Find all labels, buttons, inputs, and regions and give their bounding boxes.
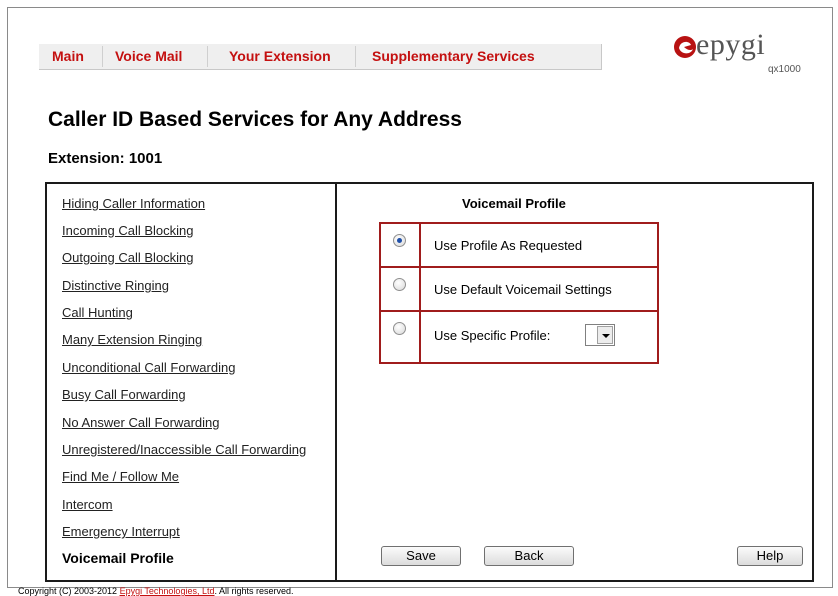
sidebar-item-unconditional-call-forwarding[interactable]: Unconditional Call Forwarding [62,360,235,375]
sidebar-item-call-hunting[interactable]: Call Hunting [62,305,133,320]
sidebar-item-find-me-follow-me[interactable]: Find Me / Follow Me [62,469,179,484]
page-title: Caller ID Based Services for Any Address [48,108,462,131]
page-frame: Main Voice Mail Your Extension Supplemen… [7,7,833,596]
sidebar-item-many-extension-ringing[interactable]: Many Extension Ringing [62,332,202,347]
option-label: Use Default Voicemail Settings [434,282,612,297]
nav-main[interactable]: Main [52,48,84,64]
company-link[interactable]: Epygi Technologies, Ltd [120,586,215,596]
use-default-voicemail-settings-radio[interactable] [393,278,406,291]
nav-divider [207,46,208,67]
copyright-footer: Copyright (C) 2003-2012 Epygi Technologi… [18,586,294,596]
nav-divider [355,46,356,67]
nav-divider [102,46,103,67]
sidebar-item-busy-call-forwarding[interactable]: Busy Call Forwarding [62,387,186,402]
main-panel: Hiding Caller Information Incoming Call … [45,182,814,582]
specific-profile-select[interactable] [585,324,615,346]
option-label: Use Specific Profile: [434,328,551,343]
extension-label: Extension: 1001 [48,150,163,167]
nav-voice-mail[interactable]: Voice Mail [115,48,182,64]
option-row: Use Default Voicemail Settings [381,268,657,312]
option-label: Use Profile As Requested [434,238,583,253]
logo-wordmark: epygi [696,28,766,61]
chevron-down-icon[interactable] [597,326,613,344]
sidebar-item-distinctive-ringing[interactable]: Distinctive Ringing [62,278,169,293]
option-row: Use Profile As Requested [381,224,657,268]
save-button[interactable]: Save [381,546,461,566]
back-button[interactable]: Back [484,546,574,566]
sidebar-item-outgoing-call-blocking[interactable]: Outgoing Call Blocking [62,250,194,265]
sidebar-item-hiding-caller-information[interactable]: Hiding Caller Information [62,196,205,211]
services-sidebar: Hiding Caller Information Incoming Call … [47,184,337,580]
sidebar-item-no-answer-call-forwarding[interactable]: No Answer Call Forwarding [62,415,220,430]
top-nav: Main Voice Mail Your Extension Supplemen… [39,44,602,70]
sidebar-item-incoming-call-blocking[interactable]: Incoming Call Blocking [62,223,194,238]
nav-your-extension[interactable]: Your Extension [229,48,331,64]
voicemail-options-table: Use Profile As Requested Use Default Voi… [379,222,659,364]
sidebar-item-emergency-interrupt[interactable]: Emergency Interrupt [62,524,180,539]
logo-model: qx1000 [768,64,801,75]
epygi-logo: epygi qx1000 [672,28,832,98]
sidebar-item-intercom[interactable]: Intercom [62,497,113,512]
use-profile-as-requested-radio[interactable] [393,234,406,247]
section-title: Voicemail Profile [462,196,566,211]
logo-swirl-icon [674,36,696,58]
sidebar-item-unregistered-call-forwarding[interactable]: Unregistered/Inaccessible Call Forwardin… [62,442,306,457]
nav-supplementary-services[interactable]: Supplementary Services [372,48,535,64]
option-row: Use Specific Profile: [381,312,657,362]
help-button[interactable]: Help [737,546,803,566]
voicemail-profile-content: Voicemail Profile Use Profile As Request… [339,184,812,580]
use-specific-profile-radio[interactable] [393,322,406,335]
sidebar-item-voicemail-profile: Voicemail Profile [62,550,174,566]
